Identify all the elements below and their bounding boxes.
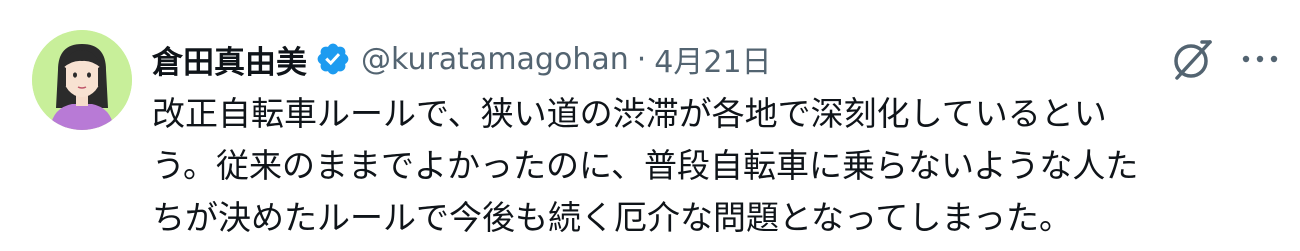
tweet-card: 倉田真由美 @kuratamagohan · 4月21日 改正自転車ルールで、狭… (0, 0, 1300, 251)
more-icon[interactable] (1238, 44, 1282, 74)
avatar-illustration (32, 30, 132, 130)
user-handle[interactable]: @kuratamagohan (361, 42, 629, 77)
tweet-text: 改正自転車ルールで、狭い道の渋滞が各地で深刻化しているとい う。従来のままでよか… (152, 88, 1272, 244)
tweet-header: 倉田真由美 @kuratamagohan · 4月21日 (152, 36, 772, 82)
grok-icon[interactable] (1168, 34, 1218, 84)
tweet-text-line: ちが決めたルールで今後も続く厄介な問題となってしまった。 (152, 198, 1073, 237)
display-name[interactable]: 倉田真由美 (152, 37, 307, 82)
tweet-date[interactable]: 4月21日 (654, 37, 771, 81)
avatar[interactable] (32, 30, 132, 130)
tweet-text-line: 改正自転車ルールで、狭い道の渋滞が各地で深刻化しているとい (152, 94, 1107, 133)
tweet-text-line: う。従来のままでよかったのに、普段自転車に乗らないような人た (152, 146, 1139, 185)
separator-dot: · (636, 41, 647, 77)
verified-badge-icon (315, 41, 351, 77)
